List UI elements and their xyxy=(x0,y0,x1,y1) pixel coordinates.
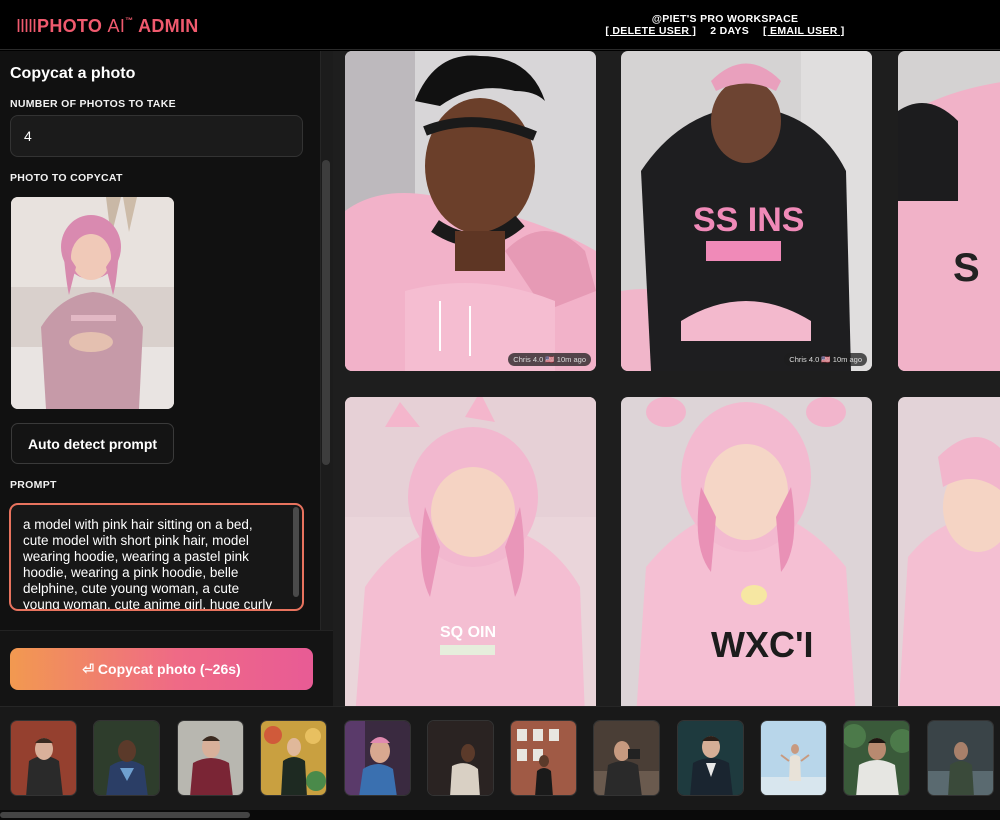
top-header: IIIIIPHOTO AI™ ADMIN @PIET'S PRO WORKSPA… xyxy=(0,0,1000,50)
auto-detect-prompt-button[interactable]: Auto detect prompt xyxy=(11,423,174,464)
thumbnail[interactable] xyxy=(10,720,77,796)
prompt-label: PROMPT xyxy=(10,479,57,491)
result-card[interactable]: Chris 4.0 🇺🇸 10m ago xyxy=(345,51,596,371)
thumbnail[interactable] xyxy=(760,720,827,796)
result-card[interactable]: WXC'I xyxy=(621,397,872,706)
card-badge: Chris 4.0 🇺🇸 10m ago xyxy=(508,353,591,366)
copycat-photo-button[interactable]: ⏎ Copycat photo (~26s) xyxy=(10,648,313,690)
delete-user-link[interactable]: [ DELETE USER ] xyxy=(605,25,696,37)
hoodie-print: SS INS xyxy=(693,201,804,239)
num-photos-label: NUMBER OF PHOTOS TO TAKE xyxy=(10,98,176,110)
sidebar-scrollbar-thumb[interactable] xyxy=(322,160,330,465)
thumbnail[interactable] xyxy=(177,720,244,796)
workspace-title: @PIET'S PRO WORKSPACE xyxy=(651,13,799,25)
workspace-info: @PIET'S PRO WORKSPACE [ DELETE USER ] 2 … xyxy=(560,13,890,37)
card-badge: Chris 4.0 🇺🇸 10m ago xyxy=(784,353,867,366)
prompt-scrollbar[interactable] xyxy=(293,507,299,597)
thumbnail[interactable] xyxy=(93,720,160,796)
thumbnail-scrollbar-thumb[interactable] xyxy=(0,812,250,818)
email-user-link[interactable]: [ EMAIL USER ] xyxy=(763,25,845,37)
thumbnail[interactable] xyxy=(344,720,411,796)
results-gallery: Chris 4.0 🇺🇸 10m ago SS INS Chris 4.0 🇺🇸… xyxy=(333,51,1000,706)
thumbnail[interactable] xyxy=(927,720,994,796)
hoodie-print: WXC'I xyxy=(711,624,814,665)
thumbnail[interactable] xyxy=(593,720,660,796)
photo-to-copycat-label: PHOTO TO COPYCAT xyxy=(10,172,123,184)
num-photos-input[interactable] xyxy=(10,115,303,157)
thumbnail[interactable] xyxy=(260,720,327,796)
result-card[interactable] xyxy=(898,397,1000,706)
hoodie-print: SQ OIN xyxy=(440,624,496,641)
result-card[interactable]: S xyxy=(898,51,1000,371)
prompt-textarea[interactable]: a model with pink hair sitting on a bed,… xyxy=(9,503,304,611)
result-card[interactable]: SQ OIN xyxy=(345,397,596,706)
thumbnail[interactable] xyxy=(427,720,494,796)
thumbnail[interactable] xyxy=(510,720,577,796)
panel-title: Copycat a photo xyxy=(10,65,136,82)
reference-photo[interactable] xyxy=(11,197,174,409)
app-logo[interactable]: IIIIIPHOTO AI™ ADMIN xyxy=(16,16,199,37)
hoodie-print: S xyxy=(953,246,980,290)
thumbnail[interactable] xyxy=(843,720,910,796)
result-card[interactable]: SS INS Chris 4.0 🇺🇸 10m ago xyxy=(621,51,872,371)
days-remaining: 2 DAYS xyxy=(710,25,749,37)
thumbnail[interactable] xyxy=(677,720,744,796)
